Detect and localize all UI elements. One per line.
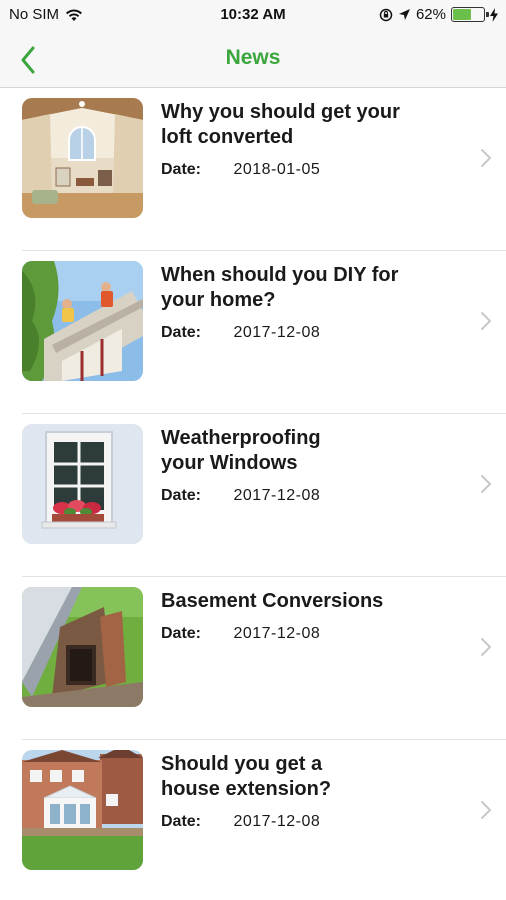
charging-bolt-icon	[490, 7, 498, 22]
news-item-basement[interactable]: Basement Conversions Date: 2017-12-08	[22, 577, 506, 740]
battery-percent: 62%	[415, 6, 446, 23]
status-indicators: 62%	[379, 6, 498, 23]
chevron-right-icon	[481, 475, 491, 493]
news-thumbnail	[22, 261, 143, 381]
news-title: When should you DIY for your home?	[161, 264, 399, 311]
news-date: Date: 2017-12-08	[161, 625, 321, 642]
chevron-right-icon	[481, 312, 491, 330]
news-thumbnail	[22, 587, 143, 707]
news-thumbnail	[22, 424, 143, 544]
page-title: News	[225, 46, 281, 69]
news-date: Date: 2017-12-08	[161, 487, 321, 504]
news-thumbnail	[22, 750, 143, 870]
news-item-extension[interactable]: Should you get a house extension? Date: …	[22, 740, 506, 900]
news-date: Date: 2017-12-08	[161, 813, 321, 830]
battery-icon	[451, 7, 489, 22]
news-item-diy[interactable]: When should you DIY for your home? Date:…	[22, 251, 506, 414]
rotation-lock-icon	[379, 8, 393, 21]
chevron-right-icon	[481, 638, 491, 656]
chevron-right-icon	[481, 801, 491, 819]
navigation-bar: News	[0, 32, 506, 88]
status-bar: No SIM 10:32 AM 62%	[0, 0, 506, 32]
news-list: Why you should get your loft converted D…	[0, 88, 506, 900]
news-item-loft[interactable]: Why you should get your loft converted D…	[22, 88, 506, 251]
news-title: Basement Conversions	[161, 590, 384, 612]
chevron-right-icon	[481, 149, 491, 167]
news-date: Date: 2017-12-08	[161, 324, 321, 341]
news-item-weatherproofing[interactable]: Weatherproofing your Windows Date: 2017-…	[22, 414, 506, 577]
news-thumbnail	[22, 98, 143, 218]
location-arrow-icon	[398, 9, 410, 20]
news-title: Should you get a house extension?	[161, 753, 332, 800]
news-title: Why you should get your loft converted	[161, 101, 400, 148]
news-title: Weatherproofing your Windows	[161, 427, 321, 474]
news-date: Date: 2018-01-05	[161, 161, 321, 178]
